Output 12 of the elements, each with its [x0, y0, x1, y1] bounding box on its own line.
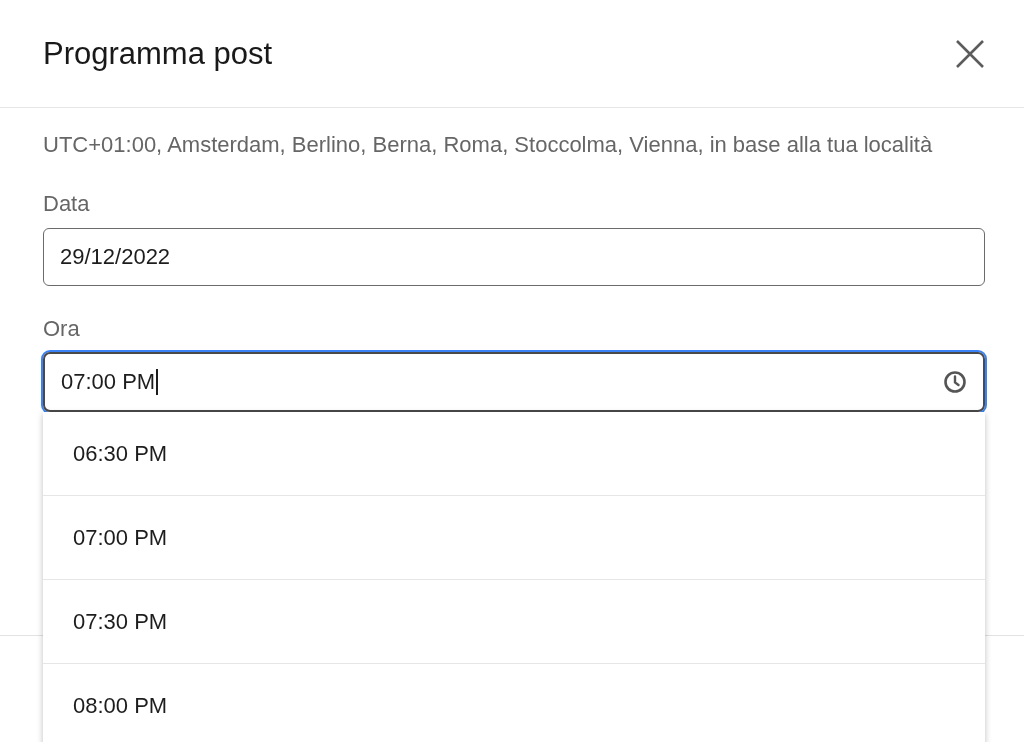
date-field[interactable]: 29/12/2022	[43, 228, 985, 286]
time-option[interactable]: 08:00 PM	[43, 664, 985, 742]
dialog-title: Programma post	[43, 35, 273, 72]
time-option[interactable]: 07:30 PM	[43, 580, 985, 664]
timezone-note: UTC+01:00, Amsterdam, Berlino, Berna, Roma, Stoccolma, Vienna, in base alla tua località	[43, 131, 934, 159]
time-option[interactable]: 07:00 PM	[43, 496, 985, 580]
time-field[interactable]: 07:00 PM	[43, 352, 985, 412]
field-label: Ora	[43, 315, 81, 343]
time-option[interactable]: 06:30 PM	[43, 412, 985, 496]
field-label: Data	[43, 190, 91, 218]
clock-icon[interactable]	[943, 370, 967, 394]
close-icon	[955, 38, 985, 69]
